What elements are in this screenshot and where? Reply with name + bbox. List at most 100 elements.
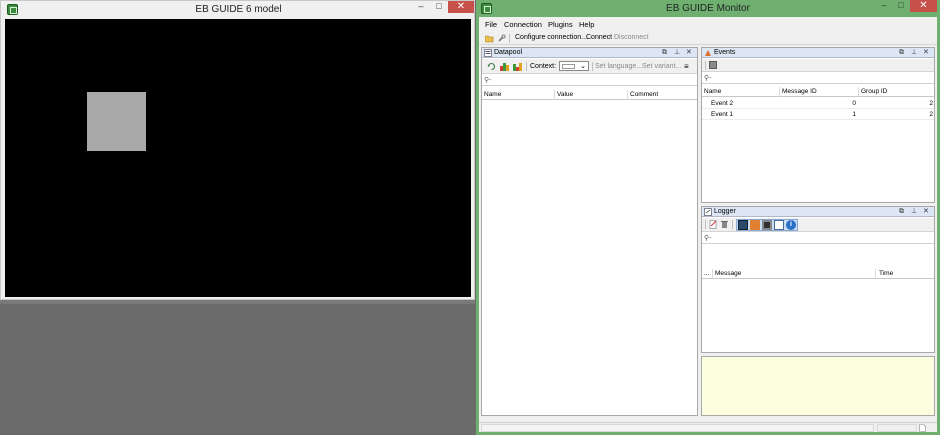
set-variant-button[interactable]: Set variant... <box>642 63 681 70</box>
monitor-minimize-button[interactable]: ‒ <box>876 0 892 12</box>
events-title-bar[interactable]: Events ⧉ ⊥ ✕ <box>702 48 934 58</box>
column-group-id[interactable]: Group ID <box>861 88 887 95</box>
column-name[interactable]: Name <box>704 88 721 95</box>
model-maximize-button[interactable]: □ <box>431 1 447 13</box>
logger-details-pane[interactable] <box>701 356 935 416</box>
search-icon: ⚲- <box>704 75 712 82</box>
events-float-icon[interactable]: ⧉ <box>899 48 904 58</box>
event-message-id: 1 <box>852 111 856 118</box>
events-close-icon[interactable]: ✕ <box>923 48 929 58</box>
logger-toolbar: i <box>702 218 934 232</box>
menu-bar: File Connection Plugins Help <box>479 17 937 31</box>
context-dropdown[interactable]: ⌄ <box>559 61 589 71</box>
filter-window-icon[interactable] <box>774 220 784 230</box>
datapool-search-input[interactable]: ⚲- <box>482 75 697 86</box>
logger-pin-icon[interactable]: ⊥ <box>911 207 917 217</box>
trash-icon[interactable] <box>720 220 729 229</box>
open-folder-icon[interactable] <box>485 34 494 43</box>
filter-info-icon[interactable]: i <box>786 220 796 230</box>
logger-float-icon[interactable]: ⧉ <box>899 207 904 217</box>
events-panel: Events ⧉ ⊥ ✕ ⚲- Name Message ID Group ID… <box>701 47 935 203</box>
disconnect-button[interactable]: Disconnect <box>614 34 649 41</box>
event-message-id: 0 <box>852 100 856 107</box>
chevron-down-icon: ⌄ <box>580 63 586 70</box>
column-name[interactable]: Name <box>484 91 501 98</box>
filter-events-icon[interactable] <box>750 220 760 230</box>
datapool-icon <box>484 49 492 57</box>
refresh-icon[interactable] <box>487 62 496 71</box>
logger-search-input[interactable]: ⚲- <box>702 233 934 244</box>
events-search-input[interactable]: ⚲- <box>702 73 934 84</box>
configure-connection-button[interactable]: Configure connection... <box>515 34 587 41</box>
event-row[interactable]: Event 2 0 2 <box>702 98 934 109</box>
column-separator[interactable] <box>875 269 876 279</box>
event-group-id: 2 <box>929 111 933 118</box>
column-message[interactable]: Message <box>715 270 741 277</box>
column-expand[interactable]: ... <box>704 270 709 277</box>
set-language-button[interactable]: Set language... <box>595 63 642 70</box>
logger-toolbar-separator <box>705 220 706 229</box>
model-render-canvas[interactable] <box>5 19 471 297</box>
menu-plugins[interactable]: Plugins <box>548 20 573 29</box>
model-titlebar[interactable]: EB GUIDE 6 model ‒ □ ✕ <box>1 1 474 19</box>
logger-title: Logger <box>714 208 736 215</box>
connect-button[interactable]: Connect <box>586 34 612 41</box>
monitor-window-title: EB GUIDE Monitor <box>666 3 750 14</box>
logger-title-bar[interactable]: Logger ⧉ ⊥ ✕ <box>702 207 934 217</box>
fire-event-icon[interactable] <box>709 61 717 69</box>
monitor-maximize-button[interactable]: □ <box>893 0 909 12</box>
monitor-close-button[interactable]: ✕ <box>910 0 937 12</box>
clear-log-icon[interactable] <box>709 220 718 229</box>
context-swatch <box>562 64 575 69</box>
datapool-panel: Datapool ⧉ ⊥ ✕ Context: ⌄ Set language..… <box>481 47 698 416</box>
datapool-float-icon[interactable]: ⧉ <box>662 48 667 58</box>
logger-close-icon[interactable]: ✕ <box>923 207 929 217</box>
main-toolbar: Configure connection... Connect Disconne… <box>479 32 937 45</box>
status-bar <box>479 422 937 432</box>
column-separator[interactable] <box>858 87 859 97</box>
context-label: Context: <box>530 63 557 70</box>
menu-connection[interactable]: Connection <box>504 20 542 29</box>
model-close-button[interactable]: ✕ <box>448 1 474 13</box>
column-time[interactable]: Time <box>879 270 893 277</box>
filter-datapool-icon[interactable] <box>738 220 748 230</box>
toolbar-separator <box>509 34 510 43</box>
menu-help[interactable]: Help <box>579 20 594 29</box>
column-separator[interactable] <box>779 87 780 97</box>
expand-all-icon[interactable] <box>500 62 509 71</box>
datapool-toolbar-separator <box>592 62 593 71</box>
events-pin-icon[interactable]: ⊥ <box>911 48 917 58</box>
datapool-close-icon[interactable]: ✕ <box>686 48 692 58</box>
column-separator[interactable] <box>554 90 555 100</box>
menu-file[interactable]: File <box>485 20 497 29</box>
column-comment[interactable]: Comment <box>630 91 658 98</box>
event-name: Event 2 <box>711 100 734 107</box>
events-toolbar <box>702 59 934 72</box>
datapool-title-bar[interactable]: Datapool ⧉ ⊥ ✕ <box>482 48 697 58</box>
logger-table-header: ... Message Time <box>702 269 934 279</box>
document-icon[interactable] <box>919 424 926 432</box>
model-window-title: EB GUIDE 6 model <box>195 4 282 15</box>
search-icon: ⚲- <box>484 77 492 84</box>
column-value[interactable]: Value <box>557 91 573 98</box>
column-message-id[interactable]: Message ID <box>782 88 817 95</box>
datapool-title: Datapool <box>494 49 523 56</box>
wrench-icon[interactable] <box>497 34 506 43</box>
events-toolbar-separator <box>705 61 706 70</box>
events-title: Events <box>714 49 736 56</box>
gray-square-widget <box>87 92 146 151</box>
event-row[interactable]: Event 1 1 2 <box>702 109 934 120</box>
filter-state-machine-icon[interactable] <box>762 220 772 230</box>
datapool-table-header: Name Value Comment <box>482 90 697 100</box>
column-separator[interactable] <box>712 269 713 279</box>
status-log-area <box>877 424 917 432</box>
events-table-header: Name Message ID Group ID <box>702 87 934 97</box>
datapool-pin-icon[interactable]: ⊥ <box>674 48 680 58</box>
collapse-all-icon[interactable] <box>513 62 522 71</box>
column-separator[interactable] <box>627 90 628 100</box>
model-window: EB GUIDE 6 model ‒ □ ✕ <box>0 0 475 300</box>
logger-toolbar-separator <box>732 220 733 229</box>
event-name: Event 1 <box>711 111 734 118</box>
datapool-menu-icon[interactable]: ≡ <box>684 62 689 71</box>
model-minimize-button[interactable]: ‒ <box>413 1 429 13</box>
